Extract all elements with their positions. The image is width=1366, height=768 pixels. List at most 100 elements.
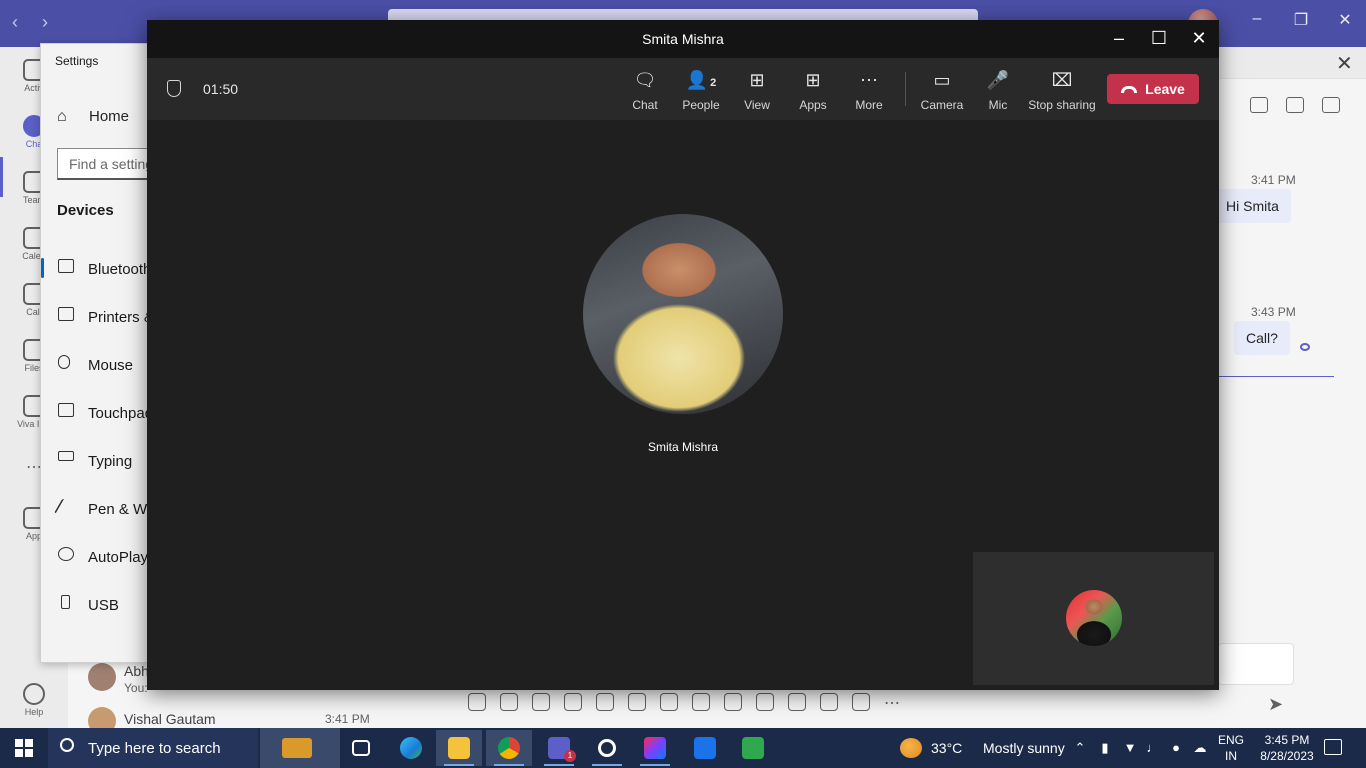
language-indicator[interactable]: ENG IN xyxy=(1218,732,1244,764)
forms-icon[interactable] xyxy=(852,693,870,711)
loop-icon[interactable] xyxy=(564,693,582,711)
view-button[interactable]: ⊞ View xyxy=(729,68,785,114)
keyboard-icon xyxy=(58,451,74,461)
play-icon xyxy=(742,737,764,759)
chevron-up-icon[interactable]: ⌃ xyxy=(1072,740,1088,756)
settings-search-input[interactable]: Find a setting xyxy=(57,148,149,180)
mic-button[interactable]: 🎤 Mic xyxy=(970,68,1026,114)
taskbar-search[interactable]: Type here to search xyxy=(48,728,258,768)
search-icon xyxy=(60,738,74,752)
microphone-tray-icon[interactable]: ● xyxy=(1168,740,1184,756)
more-icon: ⋯ xyxy=(860,70,878,90)
notification-icon[interactable] xyxy=(1324,739,1342,755)
chrome-icon xyxy=(498,737,520,759)
chrome-app[interactable] xyxy=(486,730,532,766)
more-button[interactable]: ⋯ More xyxy=(841,68,897,114)
chat-name: Abh xyxy=(124,663,149,679)
call-title: Smita Mishra xyxy=(642,31,724,47)
minimize-icon[interactable]: – xyxy=(1242,10,1272,28)
avatar xyxy=(88,663,116,691)
compose-input[interactable] xyxy=(1218,643,1294,685)
pen-icon xyxy=(53,499,79,513)
self-view-tile[interactable] xyxy=(973,552,1214,685)
stop-sharing-button[interactable]: ⌧ Stop sharing xyxy=(1027,68,1097,114)
praise-icon[interactable] xyxy=(756,693,774,711)
task-view-button[interactable] xyxy=(338,730,384,766)
clock-time: 3:45 PM xyxy=(1264,733,1310,747)
camera-button[interactable]: ▭ Camera xyxy=(914,68,970,114)
usb-icon xyxy=(61,595,70,609)
send-icon[interactable]: ➤ xyxy=(1268,694,1283,715)
sticker-icon[interactable] xyxy=(660,693,678,711)
more-options-icon[interactable]: ⋯ xyxy=(884,693,902,712)
gif-icon[interactable] xyxy=(628,693,646,711)
approvals-icon[interactable] xyxy=(820,693,838,711)
clock-date: 8/28/2023 xyxy=(1260,749,1314,763)
settings-item-bluetooth[interactable]: Bluetooth xyxy=(41,249,149,289)
media-app[interactable] xyxy=(730,730,776,766)
stream-icon[interactable] xyxy=(724,693,742,711)
autoplay-icon xyxy=(58,547,74,561)
windows-start-icon[interactable] xyxy=(15,739,33,757)
add-people-icon[interactable] xyxy=(1286,97,1304,113)
message-time: 3:41 PM xyxy=(1251,173,1296,187)
attach-icon[interactable] xyxy=(532,693,550,711)
chat-bubble-icon: 🗨 xyxy=(633,70,657,90)
close-icon[interactable]: ✕ xyxy=(1336,51,1353,76)
battery-icon[interactable]: ▮ xyxy=(1097,740,1113,756)
rail-item-help[interactable]: Help xyxy=(0,683,68,717)
news-widget[interactable] xyxy=(260,728,340,768)
settings-item-typing[interactable]: Typing xyxy=(41,441,149,481)
call-toolbar: 01:50 🗨 Chat 👤 2 People ⊞ View ⊞ Apps ⋯ M… xyxy=(147,58,1219,120)
settings-app[interactable] xyxy=(584,730,630,766)
share-icon[interactable] xyxy=(1250,97,1268,113)
settings-item-pen[interactable]: Pen & Wir xyxy=(41,489,149,529)
settings-section-title: Devices xyxy=(57,202,114,219)
grid-view-icon: ⊞ xyxy=(749,70,765,90)
volume-icon[interactable]: ♩ xyxy=(1145,740,1161,756)
message-bubble[interactable]: Hi Smita xyxy=(1214,189,1291,223)
close-icon[interactable]: ✕ xyxy=(1330,10,1360,30)
apps-button[interactable]: ⊞ Apps xyxy=(785,68,841,114)
shield-icon[interactable] xyxy=(167,80,181,97)
restore-icon[interactable]: ❐ xyxy=(1286,10,1316,30)
onedrive-icon[interactable]: ☁ xyxy=(1192,740,1208,756)
app-s[interactable] xyxy=(682,730,728,766)
important-icon[interactable] xyxy=(500,693,518,711)
people-count: 2 xyxy=(710,77,717,89)
wifi-icon[interactable]: ▼ xyxy=(1122,740,1138,756)
file-explorer-app[interactable] xyxy=(436,730,482,766)
back-arrow-icon[interactable]: ‹ xyxy=(12,12,18,33)
chat-button[interactable]: 🗨 Chat xyxy=(617,68,673,114)
settings-title: Settings xyxy=(55,54,99,68)
close-icon[interactable]: ✕ xyxy=(1187,26,1211,50)
pop-out-icon[interactable] xyxy=(1322,97,1340,113)
settings-item-usb[interactable]: USB xyxy=(41,585,149,625)
participant-name: Smita Mishra xyxy=(647,440,718,454)
maximize-icon[interactable]: ☐ xyxy=(1147,26,1171,50)
settings-item-touchpad[interactable]: Touchpad xyxy=(41,393,149,433)
settings-item-printers[interactable]: Printers & xyxy=(41,297,149,337)
call-titlebar: Smita Mishra – ☐ ✕ xyxy=(147,20,1219,58)
participant-avatar[interactable] xyxy=(583,214,783,414)
intellij-app[interactable] xyxy=(632,730,678,766)
emoji-icon[interactable] xyxy=(596,693,614,711)
leave-button[interactable]: Leave xyxy=(1107,74,1199,104)
settings-item-autoplay[interactable]: AutoPlay xyxy=(41,537,149,577)
seen-icon xyxy=(1300,343,1310,351)
touchpad-icon xyxy=(58,403,74,417)
format-icon[interactable] xyxy=(468,693,486,711)
people-button[interactable]: 👤 2 People xyxy=(673,68,729,114)
teams-app[interactable]: 1 xyxy=(536,730,582,766)
minimize-icon[interactable]: – xyxy=(1107,26,1131,50)
settings-item-mouse[interactable]: Mouse xyxy=(41,345,149,385)
printer-icon xyxy=(58,307,74,321)
weather-temp: 33°C xyxy=(931,740,963,756)
message-bubble[interactable]: Call? xyxy=(1234,321,1290,355)
schedule-meeting-icon[interactable] xyxy=(692,693,710,711)
s-app-icon xyxy=(694,737,716,759)
edge-app[interactable] xyxy=(388,730,434,766)
forward-arrow-icon[interactable]: › xyxy=(42,12,48,33)
clock[interactable]: 3:45 PM 8/28/2023 xyxy=(1256,732,1318,764)
loop-refresh-icon[interactable] xyxy=(788,693,806,711)
